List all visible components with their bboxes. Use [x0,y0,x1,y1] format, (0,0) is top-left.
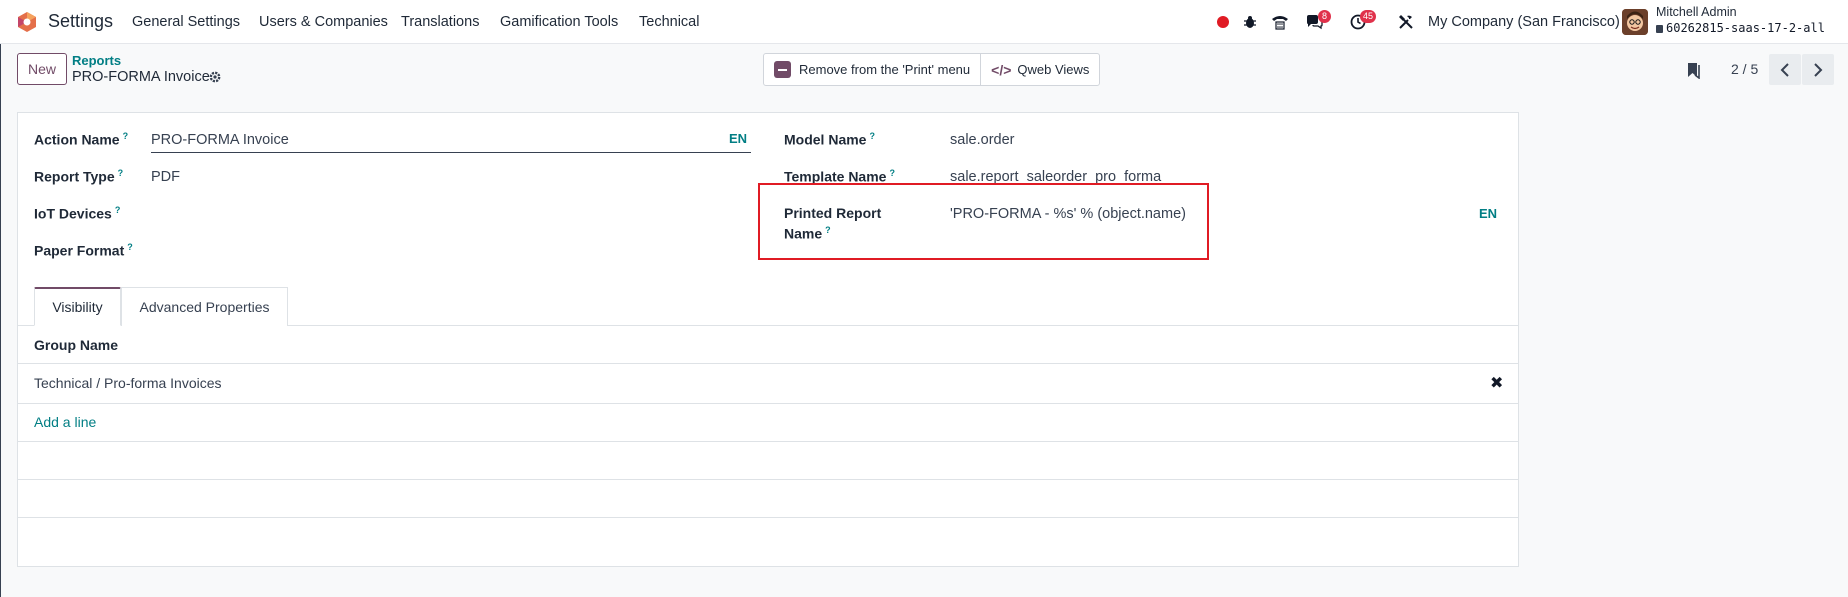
action-button-group: Remove from the 'Print' menu </> Qweb Vi… [763,53,1101,86]
action-name-lang-button[interactable]: EN [729,131,747,146]
action-name-label: Action Name? [34,131,129,148]
column-header-group-name[interactable]: Group Name [34,337,118,353]
pager-previous-button[interactable] [1769,54,1801,85]
model-name-label: Model Name? [784,131,875,148]
row-divider [17,479,1519,480]
form-sheet [17,112,1519,567]
row-divider [17,363,1519,364]
help-icon[interactable]: ? [127,242,133,252]
bookmark-icon[interactable] [1686,61,1702,79]
help-icon[interactable]: ? [118,168,124,178]
pager-next-button[interactable] [1802,54,1834,85]
qweb-views-button[interactable]: </> Qweb Views [980,54,1099,85]
table-row[interactable]: Technical / Pro-forma Invoices [34,375,222,391]
model-name-field[interactable]: sale.order [950,132,1014,148]
chevron-right-icon [1814,62,1823,77]
menu-users-companies[interactable]: Users & Companies [259,14,388,30]
tools-icon[interactable] [1396,12,1416,32]
app-name[interactable]: Settings [48,11,113,32]
code-icon: </> [991,61,1012,78]
remove-from-print-menu-button[interactable]: Remove from the 'Print' menu [764,54,980,85]
report-type-label: Report Type? [34,168,124,185]
remove-from-print-menu-label: Remove from the 'Print' menu [799,62,971,77]
breadcrumb-reports[interactable]: Reports [72,53,121,68]
gear-icon[interactable] [208,70,222,84]
company-switcher[interactable]: My Company (San Francisco) [1428,14,1620,30]
activity-count-badge: 45 [1360,10,1377,23]
paper-format-label: Paper Format? [34,242,133,259]
menu-general-settings[interactable]: General Settings [132,14,240,30]
highlight-box [758,183,1209,260]
minus-square-icon [774,61,791,78]
top-navbar: Settings General Settings Users & Compan… [0,0,1848,44]
chat-count-badge: 8 [1318,10,1331,23]
iot-devices-label: IoT Devices? [34,205,121,222]
user-avatar[interactable] [1622,9,1648,35]
chevron-left-icon [1780,62,1789,77]
help-icon[interactable]: ? [889,168,895,178]
new-button[interactable]: New [17,53,67,85]
phone-icon[interactable] [1270,12,1290,32]
tab-visibility[interactable]: Visibility [34,287,121,326]
help-icon[interactable]: ? [115,205,121,215]
qweb-views-label: Qweb Views [1017,62,1090,77]
menu-technical[interactable]: Technical [639,14,699,30]
user-name[interactable]: Mitchell Admin [1656,5,1737,19]
record-title: PRO-FORMA Invoice [72,69,210,85]
printed-report-lang-button[interactable]: EN [1479,206,1497,221]
add-line-link[interactable]: Add a line [34,414,96,430]
database-name: 60262815-saas-17-2-all [1656,21,1825,35]
window-edge [0,44,1,597]
tab-advanced-properties[interactable]: Advanced Properties [121,287,288,326]
odoo-app-logo-icon[interactable] [16,11,38,33]
row-divider [17,441,1519,442]
action-name-field[interactable]: PRO-FORMA Invoice [151,132,289,148]
help-icon[interactable]: ? [869,131,875,141]
delete-row-icon[interactable]: ✖ [1490,376,1503,392]
action-name-underline [151,152,751,153]
report-type-field[interactable]: PDF [151,169,180,185]
bug-icon[interactable] [1240,12,1260,32]
row-divider [17,403,1519,404]
pager-value[interactable]: 2 / 5 [1731,61,1758,77]
record-dot-icon[interactable] [1213,12,1233,32]
help-icon[interactable]: ? [123,131,129,141]
database-name-text: 60262815-saas-17-2-all [1666,21,1825,35]
database-icon [1656,25,1663,33]
menu-translations[interactable]: Translations [401,14,479,30]
menu-gamification-tools[interactable]: Gamification Tools [500,14,618,30]
row-divider [17,517,1519,518]
